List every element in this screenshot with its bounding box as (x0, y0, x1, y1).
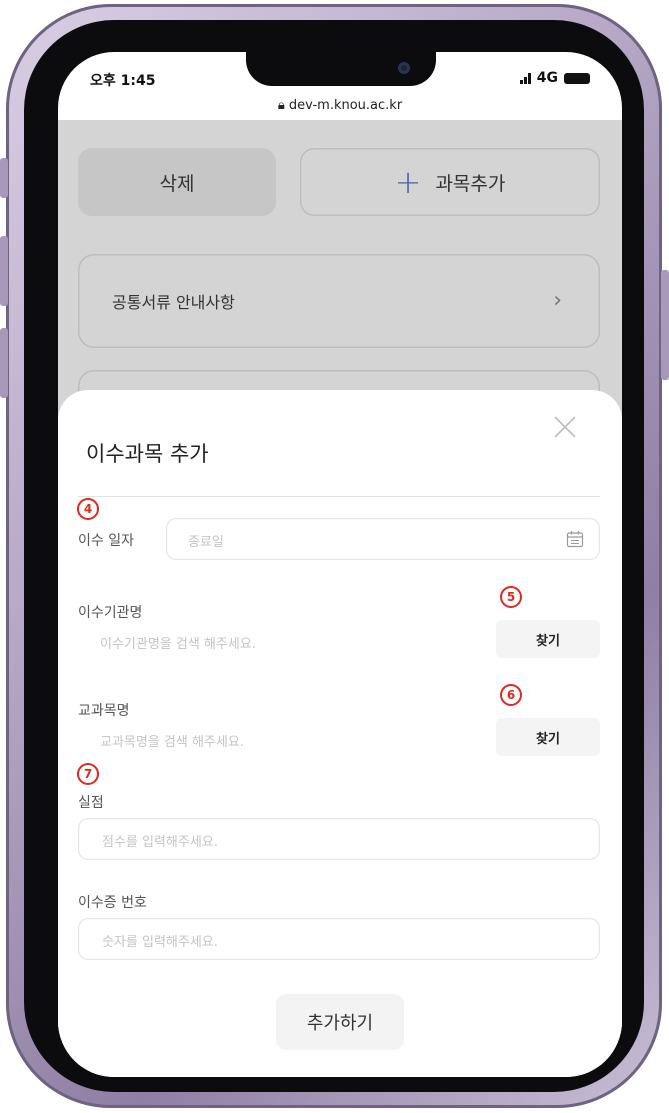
volume-up-button (0, 236, 8, 306)
certificate-number-input[interactable]: 숫자를 입력해주세요. (78, 918, 600, 960)
add-course-sheet: 이수과목 추가 4 이수 일자 종료일 이수기관명 5 이수기관명을 검색 해주… (58, 390, 622, 1077)
status-indicators: 4G (519, 70, 590, 86)
completion-date-placeholder: 종료일 (188, 535, 224, 550)
annotation-marker-4: 4 (79, 500, 97, 518)
annotation-marker-7: 7 (79, 765, 97, 783)
submit-button[interactable]: 추가하기 (276, 994, 404, 1050)
annotation-marker-5: 5 (502, 588, 520, 606)
mute-switch (0, 158, 8, 198)
phone-screen: 오후 1:45 4G 🔒︎ dev-m.knou.ac.kr 삭제 + 과목추가… (58, 52, 622, 1077)
volume-down-button (0, 328, 8, 398)
credits-label: 실점 (78, 795, 104, 811)
institution-label: 이수기관명 (78, 605, 143, 621)
credits-placeholder: 점수를 입력해주세요. (102, 835, 218, 850)
course-placeholder: 교과목명을 검색 해주세요. (100, 735, 244, 750)
submit-label: 추가하기 (306, 1013, 374, 1034)
battery-icon (564, 72, 590, 84)
certificate-number-label: 이수증 번호 (78, 895, 147, 911)
annotation-marker-6: 6 (502, 686, 520, 704)
add-course-label: 과목추가 (435, 172, 506, 195)
course-find-button[interactable]: 찾기 (496, 718, 600, 756)
plus-icon: + (394, 163, 422, 201)
delete-button[interactable]: 삭제 (78, 148, 276, 216)
institution-find-button[interactable]: 찾기 (496, 620, 600, 658)
add-course-button[interactable]: + 과목추가 (300, 148, 600, 216)
power-button (661, 270, 669, 380)
course-name-label: 교과목명 (78, 703, 130, 719)
url-text: dev-m.knou.ac.kr (288, 98, 403, 113)
completion-date-label: 이수 일자 (78, 533, 134, 549)
delete-label: 삭제 (159, 172, 195, 195)
course-search-field[interactable]: 교과목명을 검색 해주세요. (78, 720, 494, 758)
divider (78, 496, 600, 497)
chevron-right-icon: › (553, 288, 562, 313)
certificate-number-placeholder: 숫자를 입력해주세요. (102, 935, 218, 950)
completion-date-field[interactable]: 종료일 (166, 518, 600, 560)
institution-placeholder: 이수기관명을 검색 해주세요. (100, 637, 256, 652)
notice-item[interactable]: 공통서류 안내사항 › (78, 254, 600, 348)
sheet-title: 이수과목 추가 (86, 442, 209, 466)
credits-input[interactable]: 점수를 입력해주세요. (78, 818, 600, 860)
signal-icon (519, 72, 531, 84)
institution-search-field[interactable]: 이수기관명을 검색 해주세요. (78, 622, 494, 660)
lock-icon: 🔒︎ (277, 98, 285, 113)
camera-icon (398, 62, 410, 74)
course-find-label: 찾기 (536, 731, 560, 747)
institution-find-label: 찾기 (536, 633, 560, 649)
address-bar[interactable]: 🔒︎ dev-m.knou.ac.kr (58, 98, 622, 113)
network-type: 4G (536, 70, 558, 86)
status-time: 오후 1:45 (90, 73, 156, 89)
close-icon[interactable] (552, 414, 578, 440)
calendar-icon[interactable] (566, 530, 584, 548)
notice-label: 공통서류 안내사항 (112, 293, 235, 312)
